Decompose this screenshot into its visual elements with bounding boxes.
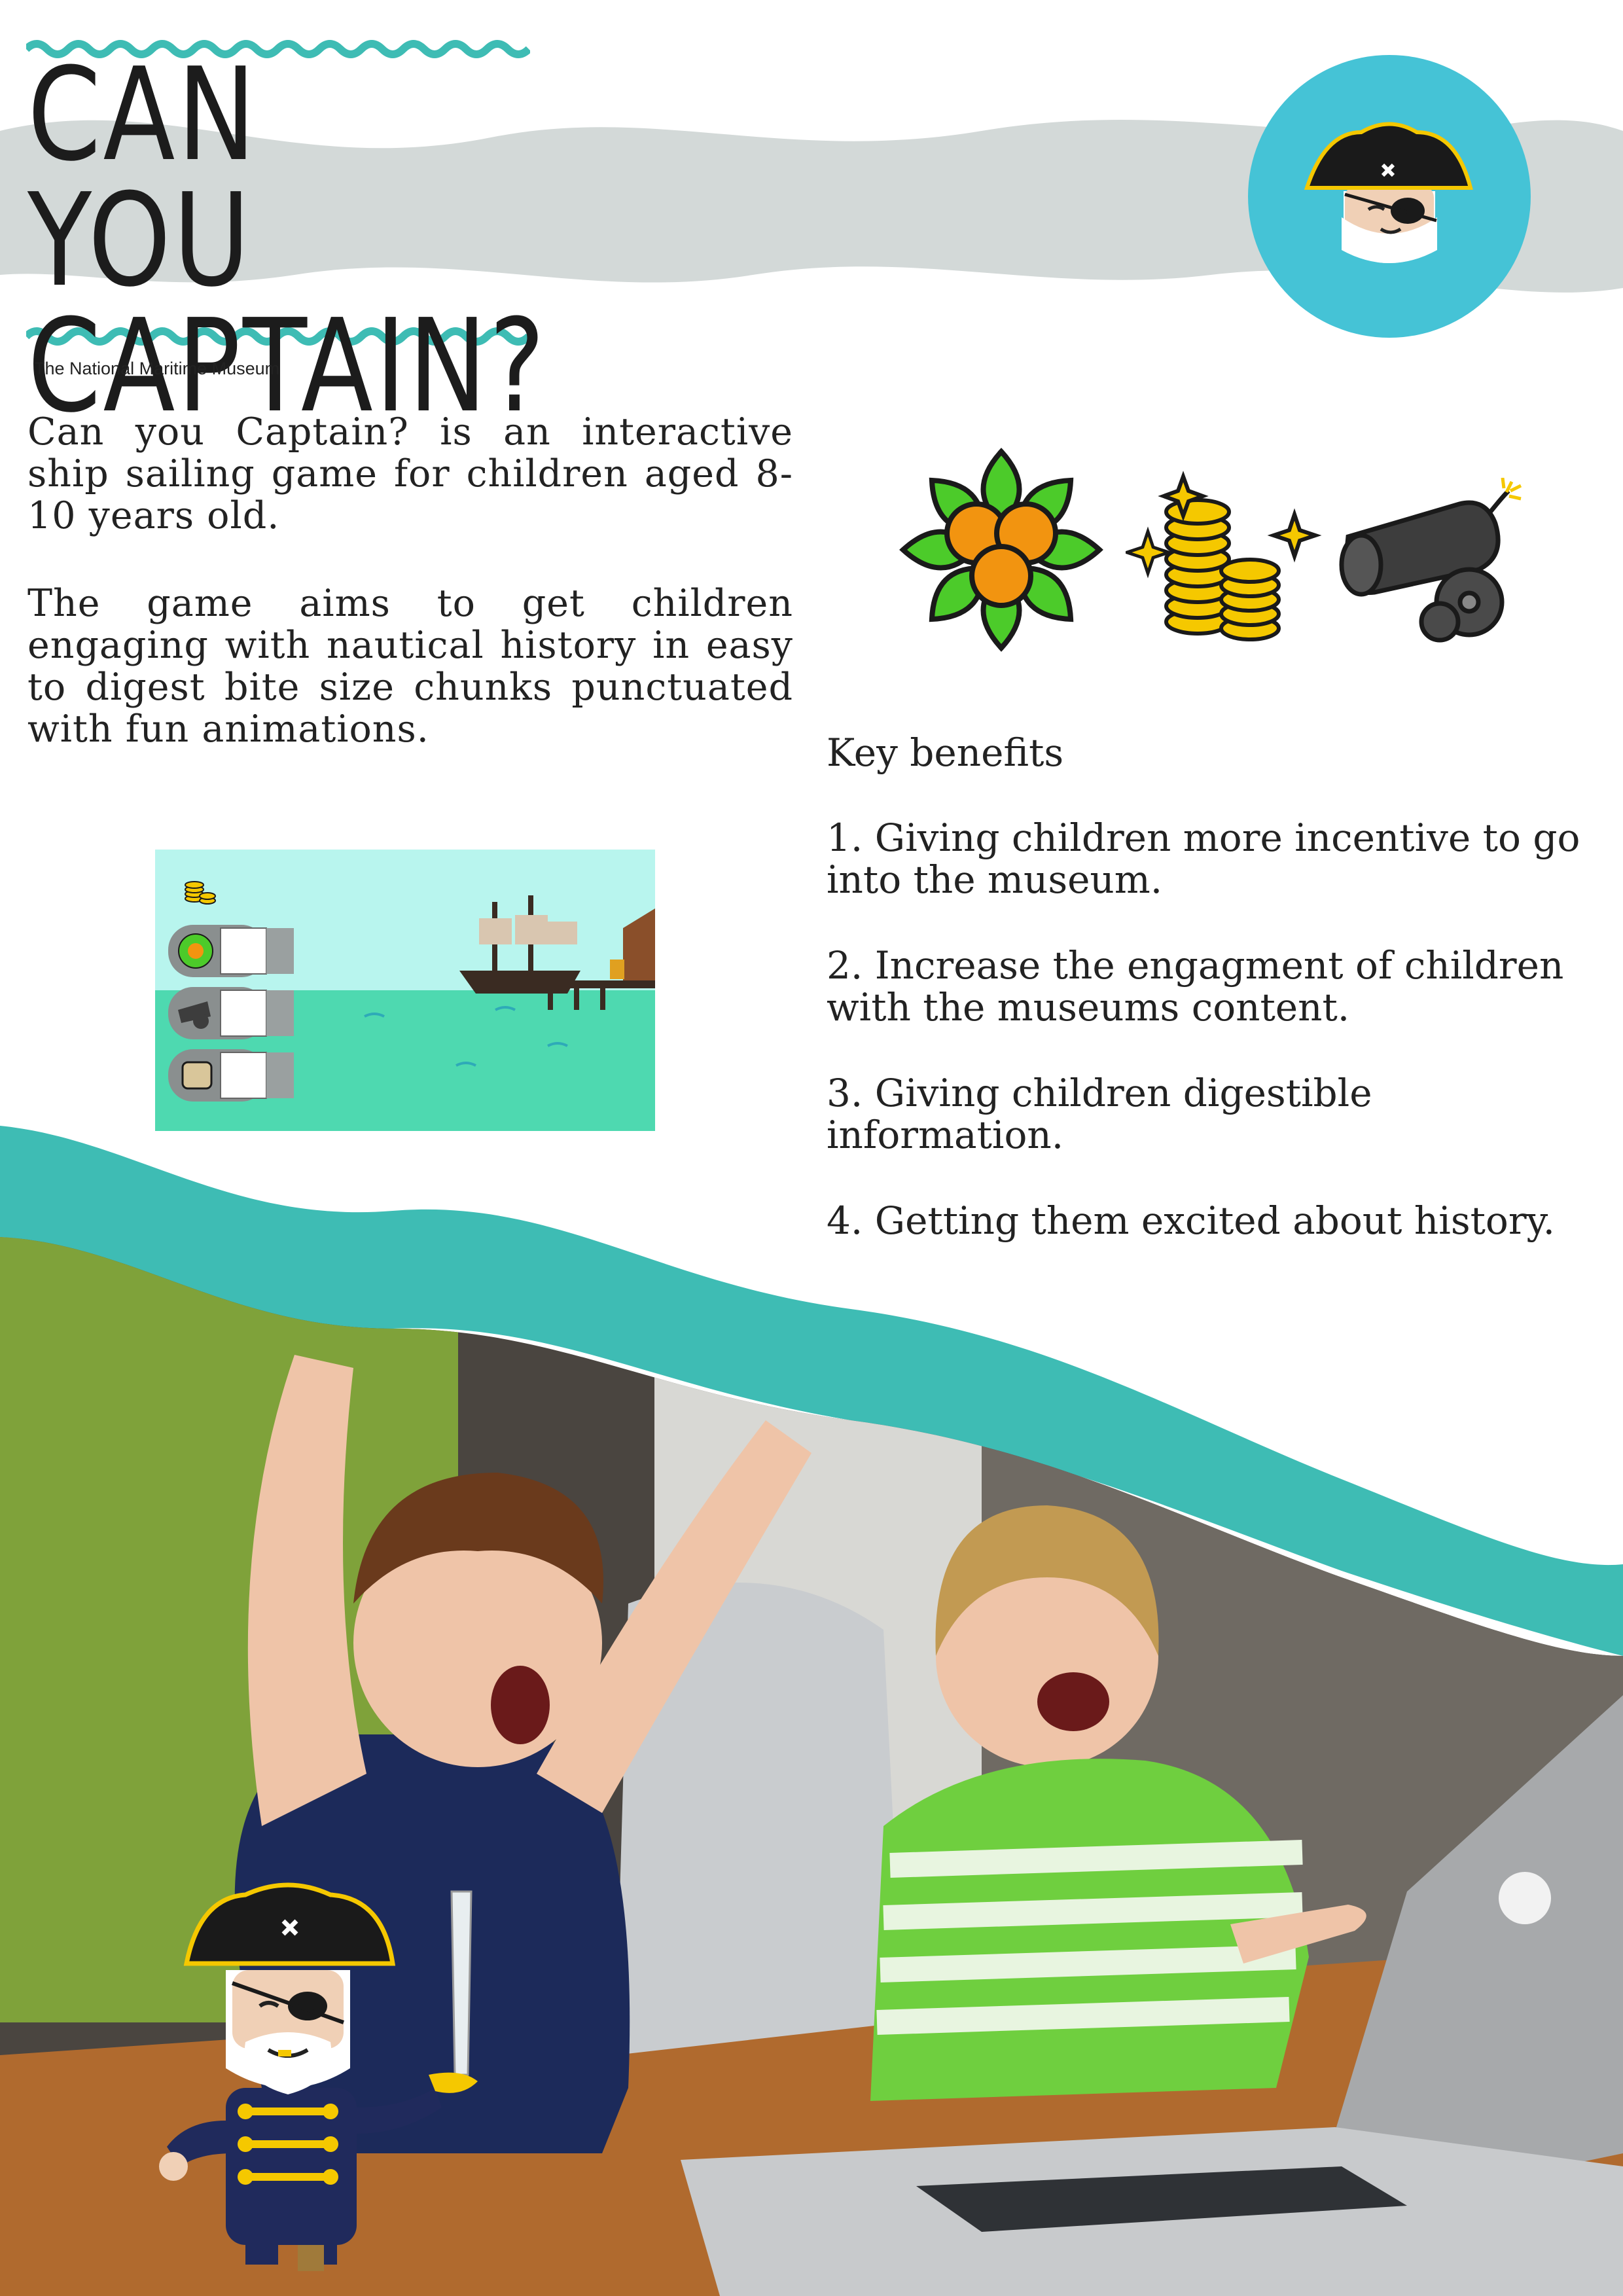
museum-name: The National Maritime Museum [34,359,280,378]
intro-paragraph-1: Can you Captain? is an interactive ship … [27,410,793,537]
intro-paragraph-2: The game aims to get children engaging w… [27,582,793,751]
inventory-slot-flower [168,925,294,977]
inventory-slot-cannon [168,987,294,1039]
benefit-item-2: 2. Increase the engagment of children wi… [827,943,1564,1030]
pirate-captain-icon [1248,55,1531,338]
benefit-item-1: 1. Giving children more incentive to go … [827,816,1580,902]
gold-coins-icon [1126,471,1322,641]
game-screenshot [155,850,655,1131]
pirate-captain-character-icon [159,1882,478,2271]
benefit-item-4: 4. Getting them excited about history. [827,1198,1556,1243]
cannon-icon [1339,478,1522,643]
flower-icon [899,448,1103,652]
title-line-1: CAN YOU [27,41,259,315]
benefit-item-3: 3. Giving children digestible informatio… [827,1071,1372,1157]
inventory-slot-barrel [168,1049,294,1102]
benefits-heading: Key benefits [827,730,1064,775]
